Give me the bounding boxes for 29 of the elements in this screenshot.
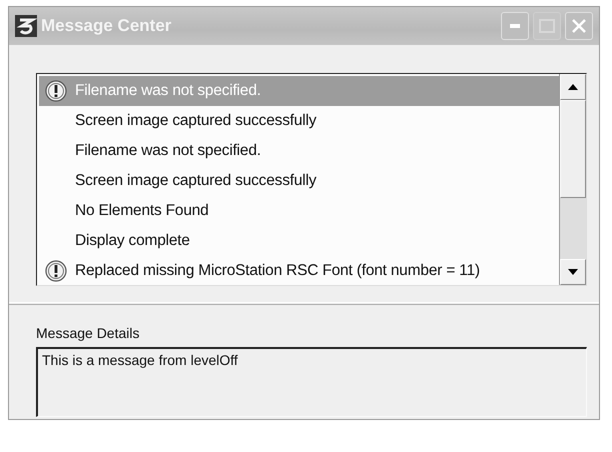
message-text: Screen image captured successfully	[75, 172, 316, 190]
down-arrow-icon	[568, 269, 578, 275]
message-text: Filename was not specified.	[75, 82, 261, 100]
scroll-thumb[interactable]	[560, 100, 586, 198]
message-text: Display complete	[75, 232, 190, 250]
exclamation-icon	[45, 260, 67, 282]
scroll-down-button[interactable]	[560, 259, 586, 285]
message-item[interactable]: Screen image captured successfully	[39, 106, 559, 136]
close-icon	[571, 18, 587, 34]
message-item[interactable]: Display complete	[39, 226, 559, 256]
message-text: Screen image captured successfully	[75, 112, 316, 130]
details-field[interactable]: This is a message from levelOff	[36, 347, 587, 417]
message-text: Replaced missing MicroStation RSC Font (font number = 11)	[75, 262, 480, 280]
message-item[interactable]: Replaced missing MicroStation RSC Font (font number = 11)	[39, 256, 559, 285]
message-item[interactable]: Screen image captured successfully	[39, 166, 559, 196]
exclamation-icon	[45, 80, 67, 102]
scrollbar[interactable]	[559, 74, 586, 285]
message-item[interactable]: Filename was not specified.	[39, 136, 559, 166]
message-text: Filename was not specified.	[75, 142, 261, 160]
close-button[interactable]	[565, 12, 593, 40]
app-logo-icon	[15, 15, 37, 37]
scroll-up-button[interactable]	[560, 74, 586, 100]
message-item[interactable]: No Elements Found	[39, 196, 559, 226]
window-title: Message Center	[41, 16, 172, 36]
minimize-icon	[510, 24, 520, 28]
details-label: Message Details	[36, 325, 140, 341]
minimize-button[interactable]	[501, 12, 529, 40]
up-arrow-icon	[568, 84, 578, 90]
message-text: No Elements Found	[75, 202, 209, 220]
